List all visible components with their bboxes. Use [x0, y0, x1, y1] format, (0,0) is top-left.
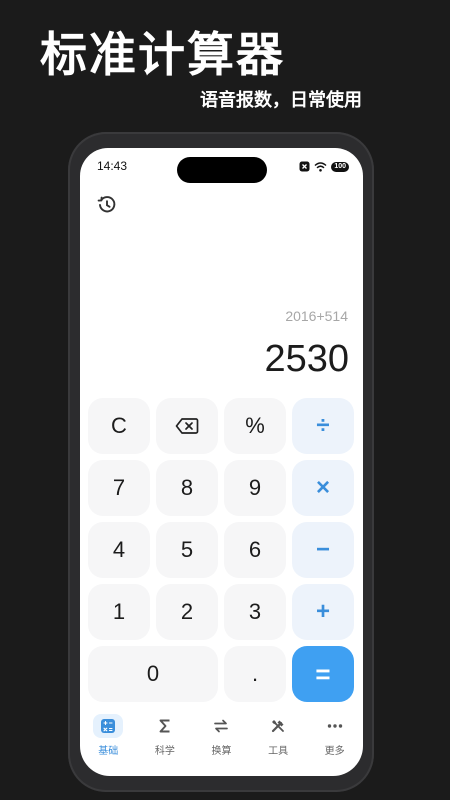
sigma-icon	[159, 719, 170, 733]
six-button[interactable]: 6	[224, 522, 286, 578]
two-button[interactable]: 2	[156, 584, 218, 640]
clear-button[interactable]: C	[88, 398, 150, 454]
basic-calculator-icon	[101, 719, 116, 733]
tab-basic[interactable]: 基础	[83, 714, 133, 774]
tab-label: 工具	[268, 746, 289, 757]
tab-label: 科学	[154, 746, 175, 757]
history-icon	[97, 196, 116, 213]
tab-more[interactable]: 更多	[310, 714, 360, 774]
more-dots-icon	[327, 724, 342, 728]
dynamic-island	[177, 157, 267, 183]
seven-button[interactable]: 7	[88, 460, 150, 516]
backspace-button[interactable]	[156, 398, 218, 454]
minus-button[interactable]: −	[292, 522, 354, 578]
divide-button[interactable]: ÷	[292, 398, 354, 454]
tab-label: 基础	[98, 746, 119, 757]
swap-arrows-icon	[214, 719, 229, 733]
tools-icon	[271, 720, 284, 733]
tab-scientific[interactable]: 科学	[140, 714, 190, 774]
nine-button[interactable]: 9	[224, 460, 286, 516]
five-button[interactable]: 5	[156, 522, 218, 578]
status-time: 14:43	[97, 159, 128, 173]
eight-button[interactable]: 8	[156, 460, 218, 516]
result-display: 2530	[264, 338, 349, 380]
status-bar: 14:43 100	[80, 148, 363, 184]
expression-display: 2016+514	[285, 308, 348, 324]
wifi-icon	[314, 161, 327, 172]
promo-subtitle: 语音报数，日常使用	[200, 90, 362, 111]
bottom-tab-bar: 基础 科学 换算 工具 更多	[80, 714, 363, 774]
tab-label: 换算	[211, 746, 232, 757]
close-notice-icon	[299, 161, 310, 172]
plus-button[interactable]: +	[292, 584, 354, 640]
tab-conversion[interactable]: 换算	[196, 714, 246, 774]
zero-button[interactable]: 0	[88, 646, 218, 702]
three-button[interactable]: 3	[224, 584, 286, 640]
percent-button[interactable]: %	[224, 398, 286, 454]
one-button[interactable]: 1	[88, 584, 150, 640]
multiply-button[interactable]: ×	[292, 460, 354, 516]
history-button[interactable]	[96, 194, 118, 216]
equals-button[interactable]: =	[292, 646, 354, 702]
calculator-screen: 14:43 100 2 0 1 6+514 2530 C % ÷ 7 8 9 × 4 …	[80, 148, 363, 776]
tab-tools[interactable]: 工具	[253, 714, 303, 774]
four-button[interactable]: 4	[88, 522, 150, 578]
keypad: C % ÷ 7 8 9 × 4 5 6 − 1 2 3 + 0 . =	[88, 398, 355, 706]
battery-icon: 100	[331, 161, 349, 172]
tab-label: 更多	[324, 746, 345, 757]
status-icons: 100	[299, 161, 349, 172]
decimal-button[interactable]: .	[224, 646, 286, 702]
backspace-icon	[175, 418, 199, 434]
promo-title: 标准计算器	[40, 28, 285, 83]
